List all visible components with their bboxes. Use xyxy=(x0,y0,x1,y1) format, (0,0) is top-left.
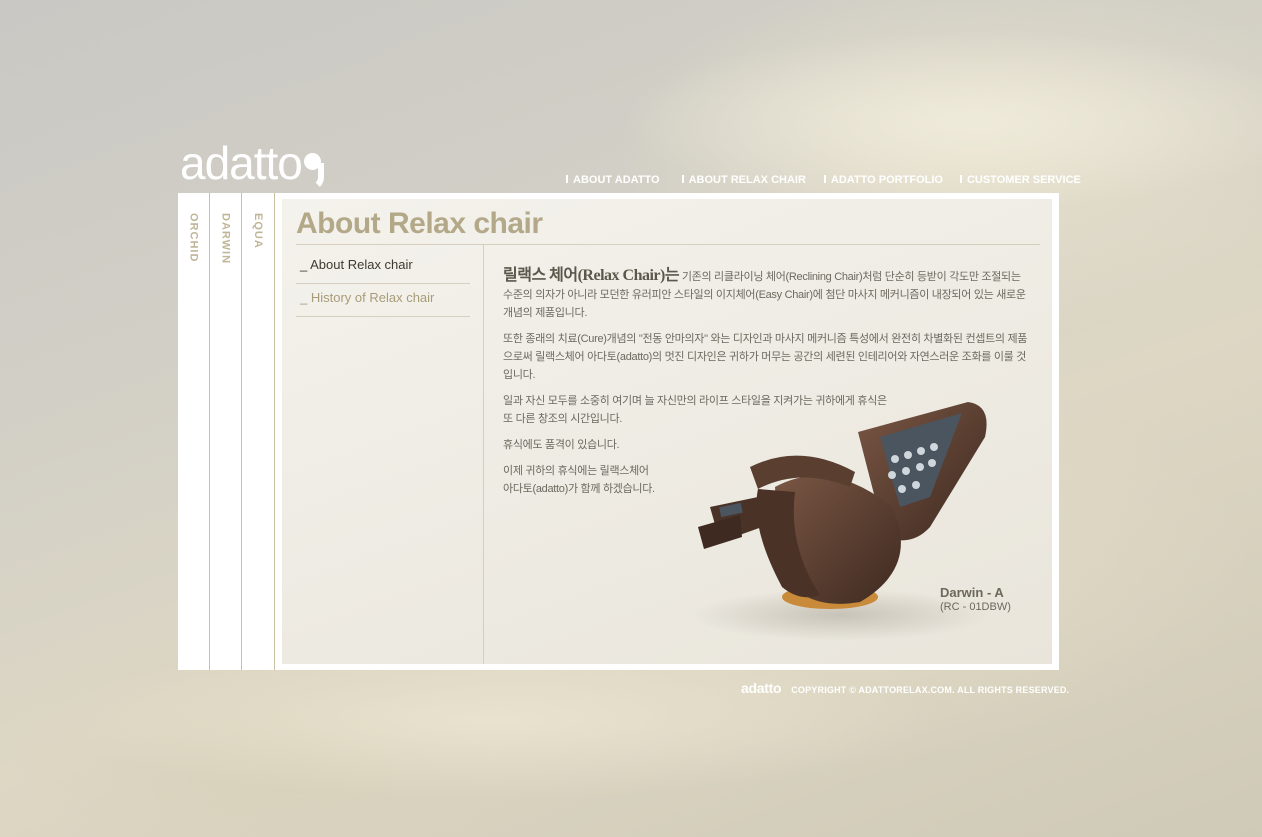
nav-customer-service[interactable]: CUSTOMER SERVICE xyxy=(959,174,1081,186)
side-tab-orchid[interactable]: ORCHID xyxy=(178,193,210,670)
submenu-about-relax-chair[interactable]: _ About Relax chair xyxy=(296,251,470,284)
logo-text: adatto xyxy=(180,137,303,189)
page-title: About Relax chair xyxy=(296,207,543,240)
product-code: (RC - 01DBW) xyxy=(940,601,1011,613)
main-panel: ORCHID DARWIN EQUA About Relax chair _ A… xyxy=(178,193,1059,670)
nav-bullet-icon xyxy=(959,175,962,183)
side-tab-label: EQUA xyxy=(252,213,264,249)
lead-text: 릴랙스 체어(Relax Chair)는 xyxy=(503,267,680,284)
logo-comma-mark xyxy=(302,149,324,191)
nav-bullet-icon xyxy=(823,175,826,183)
site-logo[interactable]: adatto xyxy=(180,136,324,191)
paragraph-intro: 릴랙스 체어(Relax Chair)는 기존의 리클라이닝 체어(Reclin… xyxy=(503,267,1033,322)
nav-label: CUSTOMER SERVICE xyxy=(966,174,1081,186)
title-divider xyxy=(296,244,1040,245)
nav-label: ABOUT ADATTO xyxy=(573,174,660,186)
side-tab-label: ORCHID xyxy=(187,213,200,263)
nav-label: ADATTO PORTFOLIO xyxy=(830,174,943,186)
nav-about-relax-chair[interactable]: ABOUT RELAX CHAIR xyxy=(681,174,806,186)
product-model: Darwin - A xyxy=(940,585,1004,600)
product-caption: Darwin - A (RC - 01DBW) xyxy=(940,585,1011,613)
paragraph-design: 또한 종래의 치료(Cure)개념의 "전동 안마의자" 와는 디자인과 마사지… xyxy=(503,333,1028,381)
sub-menu: _ About Relax chair _ History of Relax c… xyxy=(296,251,470,317)
side-tab-label: DARWIN xyxy=(219,213,232,265)
submenu-history-relax-chair[interactable]: _ History of Relax chair xyxy=(296,284,470,317)
nav-label: ABOUT RELAX CHAIR xyxy=(688,174,806,186)
side-tab-equa[interactable]: EQUA xyxy=(242,193,275,670)
top-navigation: ABOUT ADATTO ABOUT RELAX CHAIR ADATTO PO… xyxy=(566,174,1081,186)
side-tab-darwin[interactable]: DARWIN xyxy=(210,193,242,670)
nav-adatto-portfolio[interactable]: ADATTO PORTFOLIO xyxy=(823,174,943,186)
nav-about-adatto[interactable]: ABOUT ADATTO xyxy=(566,174,660,186)
footer: adatto COPYRIGHT © ADATTORELAX.COM. ALL … xyxy=(741,680,1069,696)
nav-bullet-icon xyxy=(681,175,684,183)
text-line: 또 다른 창조의 시간입니다. xyxy=(503,413,623,425)
copyright-text: COPYRIGHT © ADATTORELAX.COM. ALL RIGHTS … xyxy=(791,685,1070,695)
nav-bullet-icon xyxy=(566,175,568,183)
content-area: About Relax chair _ About Relax chair _ … xyxy=(282,199,1052,664)
text-line: 아다토(adatto)가 함께 하겠습니다. xyxy=(503,483,655,495)
column-divider xyxy=(483,245,484,664)
footer-logo[interactable]: adatto xyxy=(741,680,782,696)
text-line: 이제 귀하의 휴식에는 릴랙스체어 xyxy=(503,465,649,477)
